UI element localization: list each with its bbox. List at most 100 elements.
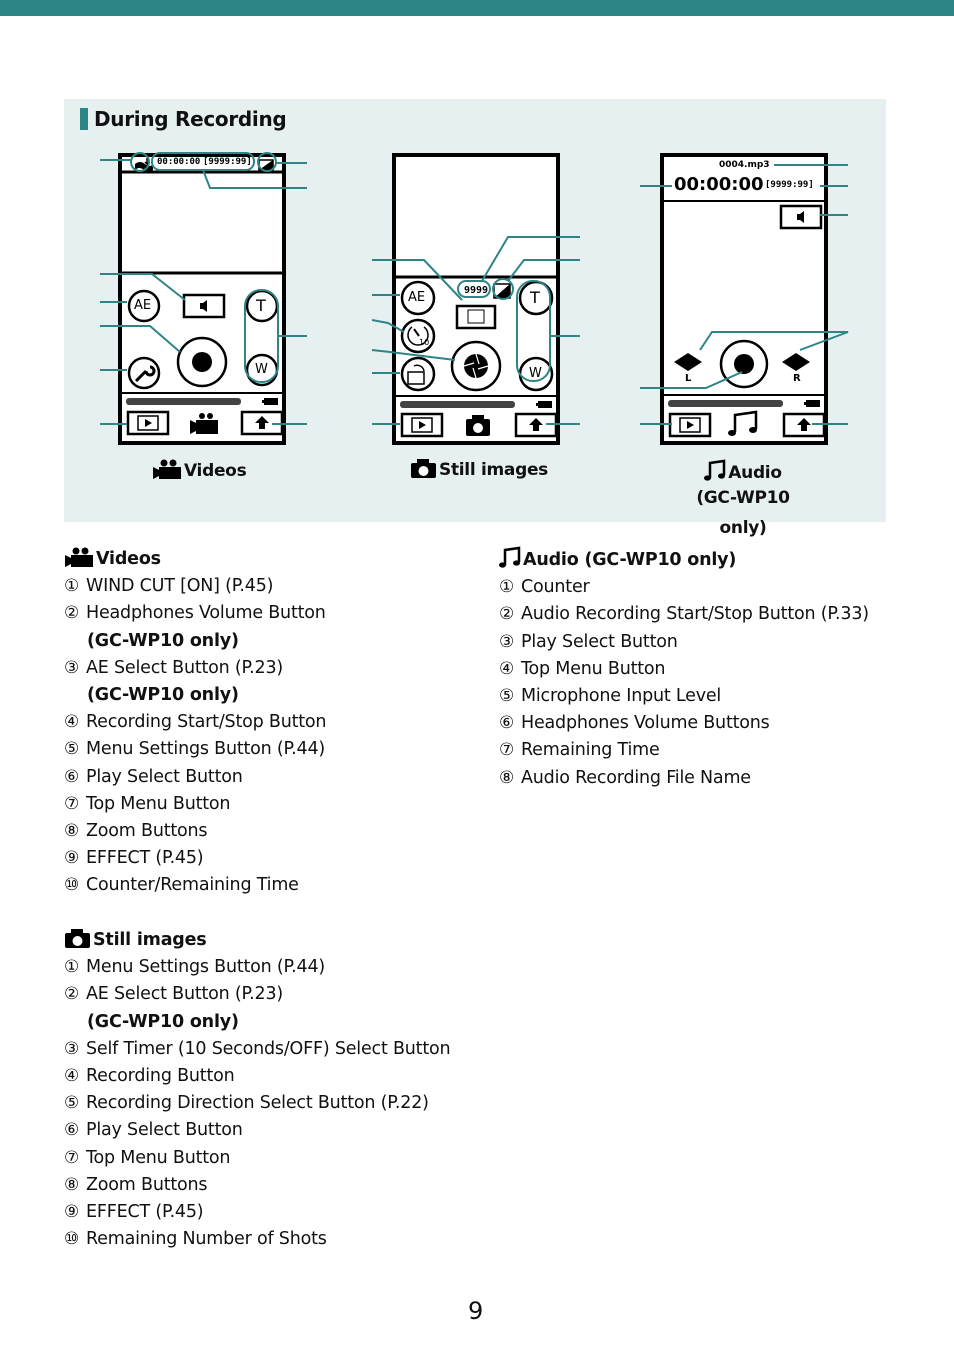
- callout-number: ⑦: [499, 740, 515, 761]
- legend-item-text: EFFECT (P.45): [86, 848, 204, 869]
- page-number: 9: [468, 1297, 484, 1325]
- camera-icon: [65, 929, 90, 948]
- legend-item: ① Menu Settings Button (P.44): [64, 954, 450, 981]
- legend-item: ⑥ Play Select Button: [64, 1117, 450, 1144]
- mic-input-level: [668, 400, 783, 407]
- legend-item-text: Audio Recording File Name: [521, 767, 751, 788]
- legend-item-text: Play Select Button: [521, 631, 678, 652]
- legend-item: ⑧ Zoom Buttons: [64, 1172, 450, 1199]
- legend-item: ⑥ Play Select Button: [64, 764, 326, 791]
- title-accent-bar: [80, 108, 88, 130]
- legend-still: Still images ① Menu Settings Button (P.44…: [64, 927, 451, 1253]
- callout-number: ⑥: [64, 766, 80, 787]
- legend-item-text: Recording Start/Stop Button: [86, 712, 327, 733]
- legend-item: ⑧ Zoom Buttons: [64, 818, 326, 845]
- caption-audio-text: Audio: [728, 463, 782, 483]
- legend-item: ⑤ Recording Direction Select Button (P.22…: [64, 1090, 450, 1117]
- legend-item-text: Top Menu Button: [521, 658, 666, 679]
- callout-number: ④: [64, 712, 80, 733]
- callout-number: ④: [499, 658, 515, 679]
- camera-icon: [411, 459, 436, 478]
- callout-number: ②: [64, 603, 80, 624]
- audio-screen: 0004.mp3 00:00:00 [9999:99] L R: [660, 153, 828, 445]
- audio-record-button: [719, 339, 769, 389]
- music-note-icon: [704, 459, 726, 481]
- callout-number: ⑨: [64, 848, 80, 869]
- videos-screen: 00:00:00 [9999:99] AE T W: [118, 153, 286, 445]
- callout-number: ⑦: [64, 1147, 80, 1168]
- remaining-shots: 9999: [464, 285, 489, 296]
- zoom-w-label[interactable]: W: [529, 366, 542, 381]
- self-timer-button: [400, 318, 436, 354]
- legend-item: ⑧ Audio Recording File Name: [499, 765, 869, 792]
- callout-number: ⑨: [64, 1202, 80, 1223]
- menu-settings-button: [455, 304, 497, 330]
- legend-item: ② Audio Recording Start/Stop Button (P.33…: [499, 601, 869, 628]
- legend-item-text: Headphones Volume Button: [86, 603, 326, 624]
- zoom-w-label[interactable]: W: [255, 362, 268, 377]
- battery-icon: [262, 398, 278, 405]
- legend-item-text: Play Select Button: [86, 766, 243, 787]
- legend-item-note: (GC-WP10 only): [87, 1011, 239, 1032]
- legend-item-text: Top Menu Button: [86, 793, 231, 814]
- ae-label[interactable]: AE: [134, 298, 151, 313]
- ae-label[interactable]: AE: [408, 290, 425, 305]
- legend-item: ⑩ Remaining Number of Shots: [64, 1226, 450, 1253]
- legend-item: ⑦ Top Menu Button: [64, 1145, 450, 1172]
- left-label: L: [685, 373, 692, 384]
- callout-number: ②: [64, 984, 80, 1005]
- legend-audio-title-text: Audio (GC-WP10 only): [523, 550, 737, 570]
- callout-number: ③: [64, 657, 80, 678]
- legend-item: ⑨ EFFECT (P.45): [64, 1199, 450, 1226]
- callout-number: ⑤: [64, 1093, 80, 1114]
- zoom-t-label[interactable]: T: [530, 288, 540, 307]
- legend-item-text: Counter/Remaining Time: [86, 875, 299, 896]
- legend-item-note: (GC-WP10 only): [87, 685, 239, 706]
- legend-audio-title: Audio (GC-WP10 only): [499, 546, 869, 574]
- audio-screen-art: [664, 200, 824, 438]
- callout-number: ⑤: [64, 739, 80, 760]
- battery-icon: [804, 400, 820, 407]
- still-images-screen: 9999 AE 10 T W: [392, 153, 560, 445]
- battery-icon: [536, 401, 552, 408]
- section-title-text: During Recording: [94, 107, 287, 131]
- status-bar: [126, 398, 241, 405]
- legend-item: ⑤ Menu Settings Button (P.44): [64, 736, 326, 763]
- legend-item: ④ Top Menu Button: [499, 656, 869, 683]
- legend-item-text: Microphone Input Level: [521, 686, 722, 707]
- timer-label: 10: [419, 338, 430, 347]
- right-label: R: [793, 373, 801, 384]
- zoom-t-label[interactable]: T: [256, 296, 266, 315]
- legend-item-text: EFFECT (P.45): [86, 1202, 204, 1223]
- legend-item-text: Remaining Number of Shots: [86, 1229, 327, 1250]
- audio-file-name: 0004.mp3: [719, 160, 770, 170]
- legend-item-text: Recording Button: [86, 1066, 235, 1087]
- legend-item-text: Remaining Time: [521, 740, 660, 761]
- callout-number: ⑧: [64, 1174, 80, 1195]
- callout-number: ⑧: [499, 767, 515, 788]
- effect-icon: [258, 159, 274, 171]
- legend-item: ② Headphones Volume Button: [64, 600, 326, 627]
- section-title: During Recording: [80, 107, 287, 131]
- callout-number: ③: [499, 631, 515, 652]
- headphones-volume-button: [779, 204, 823, 230]
- volume-down-button-l: [674, 353, 702, 371]
- callout-number: ②: [499, 604, 515, 625]
- legend-item-text: Audio Recording Start/Stop Button (P.33): [521, 604, 869, 625]
- legend-item-text: Zoom Buttons: [86, 821, 208, 842]
- video-remaining-time: [9999:99]: [203, 157, 252, 167]
- caption-still-text: Still images: [439, 460, 549, 480]
- headphones-volume-button: [182, 293, 226, 319]
- callout-number: ③: [64, 1038, 80, 1059]
- callout-number: ⑦: [64, 793, 80, 814]
- record-start-stop-button: [176, 336, 228, 388]
- video-counter: 00:00:00: [157, 157, 201, 167]
- legend-item: ④ Recording Start/Stop Button: [64, 709, 327, 736]
- video-camera-icon: [65, 547, 93, 567]
- legend-item-text: Self Timer (10 Seconds/OFF) Select Butto…: [86, 1038, 451, 1059]
- header-bar: [0, 0, 954, 16]
- callout-number: ⑥: [64, 1120, 80, 1141]
- music-note-icon: [499, 546, 521, 568]
- callout-number: ①: [499, 577, 515, 598]
- play-select-button: [668, 412, 712, 438]
